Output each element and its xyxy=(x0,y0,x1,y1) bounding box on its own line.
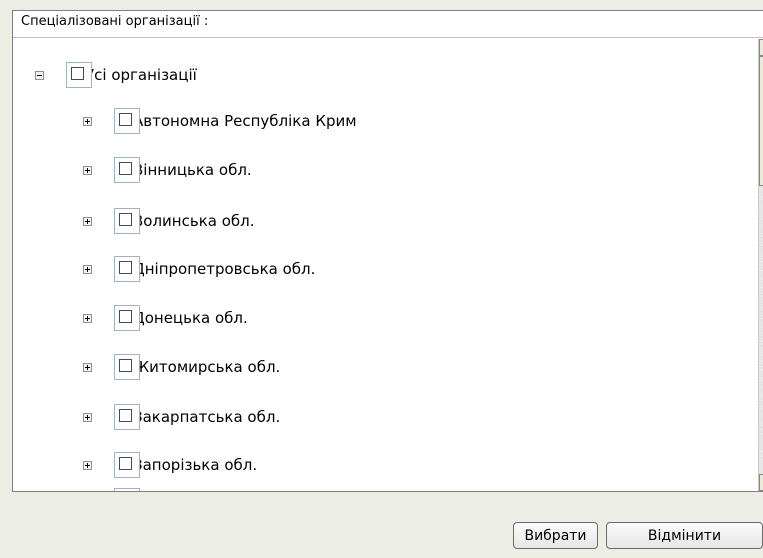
tree-item[interactable]: Волинська обл. xyxy=(83,207,255,235)
tree-item[interactable]: Автономна Республіка Крим xyxy=(83,107,357,135)
scrollbar-thumb[interactable] xyxy=(759,56,763,186)
tree-item-label: Житомирська обл. xyxy=(133,358,281,376)
tree-item-label: Закарпатська обл. xyxy=(133,408,281,426)
root-checkbox[interactable] xyxy=(66,62,92,88)
tree-item-checkbox[interactable] xyxy=(114,208,140,234)
tree-item-label: Вінницька обл. xyxy=(133,161,252,179)
checkbox-icon xyxy=(119,409,132,422)
tree-item-checkbox[interactable] xyxy=(114,488,140,491)
tree-item[interactable]: Закарпатська обл. xyxy=(83,403,280,431)
tree-item-checkbox[interactable] xyxy=(114,452,140,478)
expand-icon[interactable] xyxy=(83,362,92,372)
scroll-down-button[interactable] xyxy=(759,474,763,491)
expand-icon[interactable] xyxy=(83,165,92,175)
organizations-panel: Спеціалізовані організації : Усі організ… xyxy=(12,10,763,492)
collapse-icon[interactable] xyxy=(35,70,44,80)
tree-root-label: Усі організації xyxy=(85,66,197,84)
checkbox-icon xyxy=(71,67,84,80)
tree-item[interactable]: Запорізька обл. xyxy=(83,451,257,479)
vertical-scrollbar[interactable] xyxy=(758,39,763,491)
checkbox-icon xyxy=(119,162,132,175)
expand-icon[interactable] xyxy=(83,116,92,126)
scroll-up-button[interactable] xyxy=(759,39,763,56)
tree-item-label: Донецька обл. xyxy=(133,309,248,327)
checkbox-icon xyxy=(119,261,132,274)
tree-item[interactable]: Житомирська обл. xyxy=(83,353,280,381)
tree-item-checkbox[interactable] xyxy=(114,305,140,331)
tree-item[interactable]: Дніпропетровська обл. xyxy=(83,255,315,283)
checkbox-icon xyxy=(119,113,132,126)
tree-item-checkbox[interactable] xyxy=(114,108,140,134)
expand-icon[interactable] xyxy=(83,264,92,274)
expand-icon[interactable] xyxy=(83,216,92,226)
checkbox-icon xyxy=(119,310,132,323)
expand-icon[interactable] xyxy=(83,412,92,422)
tree-item-checkbox[interactable] xyxy=(114,157,140,183)
tree-item-label: Дніпропетровська обл. xyxy=(133,260,316,278)
tree-item-checkbox[interactable] xyxy=(114,256,140,282)
tree-item-checkbox[interactable] xyxy=(114,354,140,380)
tree-item-label: Запорізька обл. xyxy=(133,456,258,474)
checkbox-icon xyxy=(119,457,132,470)
tree-item[interactable]: Донецька обл. xyxy=(83,304,248,332)
tree-root-row[interactable]: Усі організації xyxy=(35,61,197,89)
expand-icon[interactable] xyxy=(83,313,92,323)
tree-item-label: Автономна Республіка Крим xyxy=(133,112,357,130)
tree-item-partial[interactable] xyxy=(83,487,140,491)
checkbox-icon xyxy=(119,359,132,372)
tree-item-checkbox[interactable] xyxy=(114,404,140,430)
select-button[interactable]: Вибрати xyxy=(513,522,598,549)
checkbox-icon xyxy=(119,213,132,226)
organization-tree[interactable]: Усі організації Автономна Республіка Кри… xyxy=(13,39,746,491)
tree-item[interactable]: Вінницька обл. xyxy=(83,156,252,184)
panel-title: Спеціалізовані організації : xyxy=(13,11,763,38)
tree-item-label: Волинська обл. xyxy=(133,212,255,230)
expand-icon[interactable] xyxy=(83,460,92,470)
cancel-button[interactable]: Відмінити xyxy=(606,522,763,549)
